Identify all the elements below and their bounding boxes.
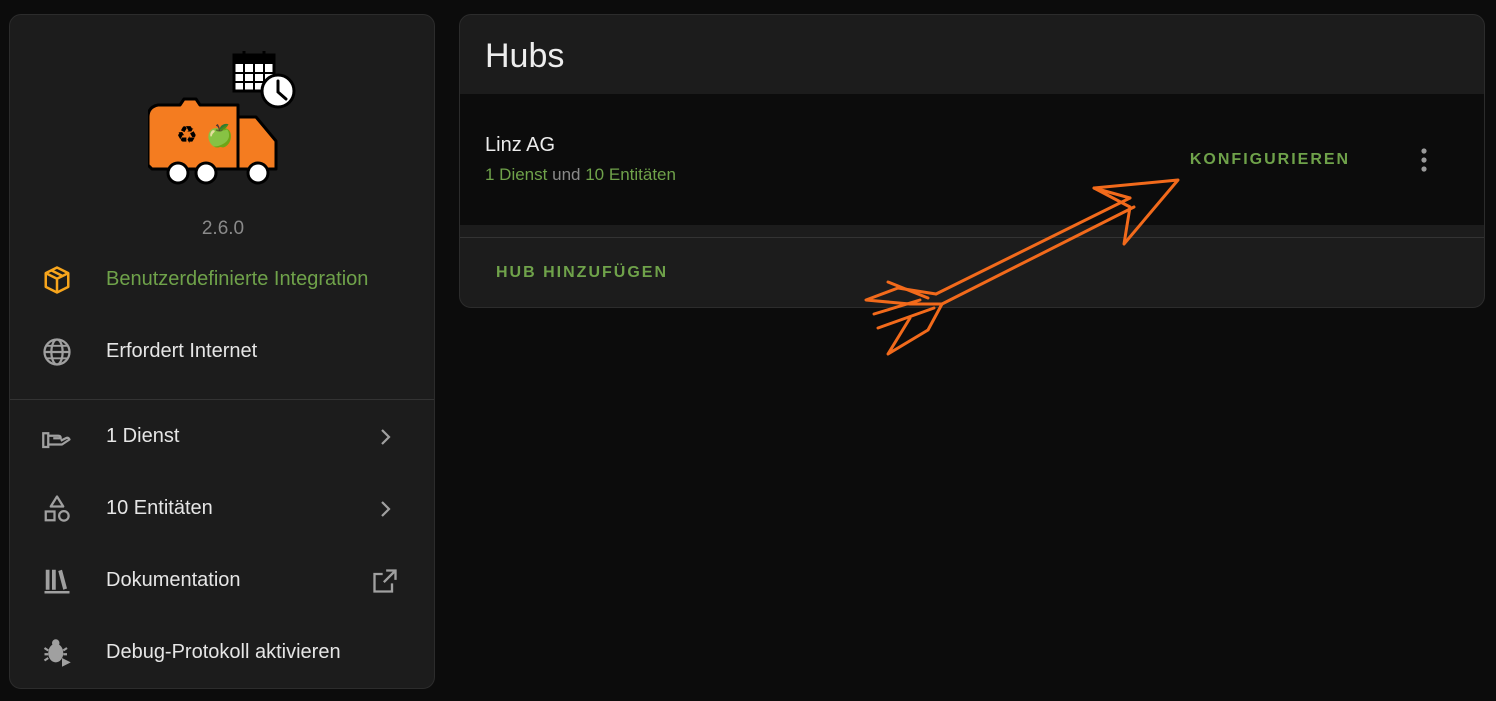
hub-name: Linz AG xyxy=(485,134,556,156)
entities-row[interactable]: 10 Entitäten xyxy=(10,472,434,544)
hub-entities-link[interactable]: 10 Entitäten xyxy=(585,165,676,184)
bug-play-icon xyxy=(42,638,72,668)
svg-text:♻: ♻ xyxy=(176,121,198,149)
globe-icon xyxy=(42,337,72,367)
annotation-arrow-icon xyxy=(864,178,1180,356)
hub-summary: 1 Dienst und 10 Entitäten xyxy=(485,165,676,185)
hubs-title: Hubs xyxy=(485,37,565,75)
hub-services-link[interactable]: 1 Dienst xyxy=(485,165,547,184)
custom-integration-row: Benutzerdefinierte Integration xyxy=(10,243,434,315)
hand-service-icon xyxy=(42,422,72,452)
services-label: 1 Dienst xyxy=(106,424,180,447)
requires-internet-row: Erfordert Internet xyxy=(10,315,434,387)
overflow-menu-button[interactable] xyxy=(1410,144,1438,176)
garbage-truck-calendar-logo-icon: ♻ 🍏 xyxy=(148,51,296,185)
add-hub-button[interactable]: HUB HINZUFÜGEN xyxy=(484,257,680,289)
dots-vertical-icon xyxy=(1421,148,1427,172)
services-row[interactable]: 1 Dienst xyxy=(10,400,434,472)
open-in-new-icon xyxy=(370,566,400,596)
package-icon xyxy=(42,265,72,295)
hub-summary-conjunction: und xyxy=(552,165,581,184)
integration-version: 2.6.0 xyxy=(201,218,245,239)
documentation-label: Dokumentation xyxy=(106,568,241,591)
entities-label: 10 Entitäten xyxy=(106,496,213,519)
requires-internet-label: Erfordert Internet xyxy=(106,339,258,362)
debug-logging-row[interactable]: Debug-Protokoll aktivieren xyxy=(10,616,434,688)
shapes-icon xyxy=(42,494,72,524)
chevron-right-icon xyxy=(370,422,400,452)
custom-integration-label: Benutzerdefinierte Integration xyxy=(106,267,369,290)
svg-text:🍏: 🍏 xyxy=(206,123,233,149)
documentation-row[interactable]: Dokumentation xyxy=(10,544,434,616)
chevron-right-icon xyxy=(370,494,400,524)
integration-info-card: ♻ 🍏 2.6.0 Benutzerdefinierte Integration… xyxy=(9,14,435,689)
integration-logo: ♻ 🍏 xyxy=(10,43,434,203)
configure-button[interactable]: KONFIGURIEREN xyxy=(1180,146,1360,174)
debug-logging-label: Debug-Protokoll aktivieren xyxy=(106,640,341,663)
bookshelf-icon xyxy=(42,566,72,596)
